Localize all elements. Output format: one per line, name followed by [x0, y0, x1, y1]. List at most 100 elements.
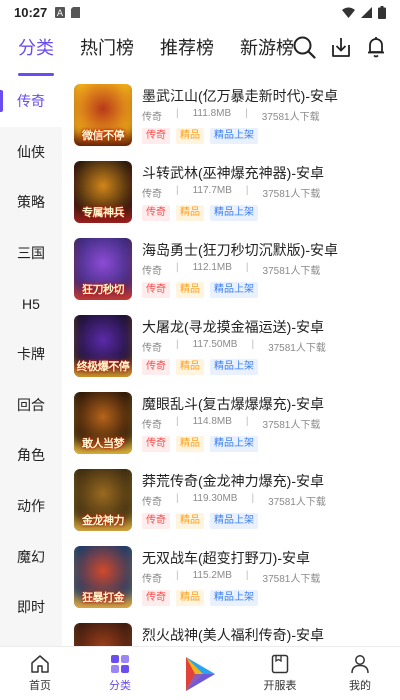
genre-tag: 传奇 [142, 128, 170, 144]
category-h5[interactable]: H5 [0, 278, 62, 329]
category-card[interactable]: 卡牌 [0, 329, 62, 380]
game-list: 微信不停 墨武江山(亿万暴走新时代)-安卓 传奇 | 111.8MB | 37581人下… [62, 76, 400, 646]
game-tags: 传奇 精品 精品上架 [142, 436, 258, 452]
bottom-nav-category[interactable]: 分类 [80, 647, 160, 700]
category-three-kingdoms[interactable]: 三国 [0, 228, 62, 279]
category-xianxia[interactable]: 仙侠 [0, 127, 62, 178]
status-bar: 10:27 A [0, 0, 400, 24]
game-size: 119.30MB [192, 493, 238, 504]
game-cover: 狂刀秒切 [74, 238, 132, 300]
svg-text:A: A [57, 9, 64, 18]
game-list-item[interactable]: 微信不停 墨武江山(亿万暴走新时代)-安卓 传奇 | 111.8MB | 37581人下… [62, 76, 400, 153]
bottom-nav-server-list[interactable]: 开服表 [240, 647, 320, 700]
category-icon [111, 655, 129, 673]
game-cover-caption: 敢人当梦 [82, 438, 125, 450]
game-list-item[interactable]: 敢人当梦 魔眼乱斗(复古爆爆爆充)-安卓 传奇 | 114.8MB | 37581人下载… [62, 384, 400, 461]
tab-category[interactable]: 分类 [18, 34, 54, 76]
category-sidebar: 传奇 仙侠 策略 三国 H5 卡牌 回合 角色 动作 魔幻 即时 [0, 76, 62, 646]
game-cover-caption: 金龙神力 [82, 515, 125, 527]
sd-card-icon [71, 6, 81, 18]
game-cover-caption: 微信不停 [82, 130, 125, 142]
bottom-nav-label: 我的 [349, 680, 371, 692]
game-cover: 金龙神力 [74, 469, 132, 531]
tab-recommend-ranking[interactable]: 推荐榜 [160, 34, 214, 60]
new-release-tag: 精品上架 [210, 205, 258, 221]
signal-icon [361, 6, 372, 18]
game-genre: 传奇 [142, 497, 162, 508]
game-downloads: 37581人下载 [268, 497, 326, 508]
genre-tag: 传奇 [142, 359, 170, 375]
bottom-nav-home[interactable]: 首页 [0, 647, 80, 700]
new-release-tag: 精品上架 [210, 590, 258, 606]
game-cover: 专属神兵 [74, 161, 132, 223]
tab-hot-ranking[interactable]: 热门榜 [80, 34, 134, 60]
category-role-playing[interactable]: 角色 [0, 430, 62, 481]
game-title: 斗转武林(巫神爆充神器)-安卓 [142, 165, 324, 181]
bottom-nav-label: 首页 [29, 680, 51, 692]
status-time: 10:27 [14, 4, 48, 20]
game-list-item[interactable]: 金龙神力 莽荒传奇(金龙神力爆充)-安卓 传奇 | 119.30MB | 37581人下… [62, 461, 400, 538]
game-tags: 传奇 精品 精品上架 [142, 359, 258, 375]
game-downloads: 37581人下载 [262, 266, 321, 277]
battery-icon [378, 5, 386, 19]
category-chuanqi[interactable]: 传奇 [0, 76, 62, 127]
game-cover-caption: 专属神兵 [82, 207, 125, 219]
game-size: 112.1MB [192, 262, 232, 273]
game-tags: 传奇 精品 精品上架 [142, 205, 258, 221]
bell-icon[interactable] [366, 36, 386, 58]
game-list-item[interactable]: 狂暴打金 无双战车(超变打野刀)-安卓 传奇 | 115.2MB | 37581人下载 … [62, 538, 400, 615]
game-genre: 传奇 [142, 189, 162, 200]
category-action[interactable]: 动作 [0, 481, 62, 532]
bottom-nav-label: 分类 [109, 680, 131, 692]
bottom-nav-profile[interactable]: 我的 [320, 647, 400, 700]
meta-divider: | [245, 570, 249, 581]
game-genre: 传奇 [142, 112, 162, 123]
game-size: 117.50MB [192, 339, 238, 350]
bottom-nav-app-logo[interactable] [160, 647, 240, 700]
game-title: 烈火战神(美人福利传奇)-安卓 [142, 627, 324, 643]
game-list-item[interactable]: 终极爆不停 大屠龙(寻龙摸金福运送)-安卓 传奇 | 117.50MB | 37581人… [62, 307, 400, 384]
game-genre: 传奇 [142, 266, 162, 277]
game-genre: 传奇 [142, 574, 162, 585]
game-list-item[interactable]: 烈火战神(美人福利传奇)-安卓 [62, 615, 400, 646]
game-list-item[interactable]: 专属神兵 斗转武林(巫神爆充神器)-安卓 传奇 | 117.7MB | 37581人下载… [62, 153, 400, 230]
genre-tag: 传奇 [142, 436, 170, 452]
game-tags: 传奇 精品 精品上架 [142, 128, 258, 144]
game-cover: 敢人当梦 [74, 392, 132, 454]
game-size: 117.7MB [192, 185, 232, 196]
game-genre: 传奇 [142, 343, 162, 354]
game-title: 大屠龙(寻龙摸金福运送)-安卓 [142, 319, 324, 335]
category-fantasy[interactable]: 魔幻 [0, 531, 62, 582]
meta-divider: | [176, 108, 179, 119]
app-logo-icon [186, 656, 215, 691]
new-release-tag: 精品上架 [210, 359, 258, 375]
game-size: 111.8MB [192, 108, 232, 119]
meta-divider: | [176, 185, 179, 196]
game-meta: 传奇 | 115.2MB | 37581人下载 [142, 570, 320, 585]
game-title: 无双战车(超变打野刀)-安卓 [142, 550, 310, 566]
game-cover: 狂暴打金 [74, 546, 132, 608]
game-list-item[interactable]: 狂刀秒切 海岛勇士(狂刀秒切沉默版)-安卓 传奇 | 112.1MB | 37581人下… [62, 230, 400, 307]
game-title: 莽荒传奇(金龙神力爆充)-安卓 [142, 473, 324, 489]
genre-tag: 传奇 [142, 282, 170, 298]
tab-new-games-ranking[interactable]: 新游榜 [240, 34, 294, 60]
game-downloads: 37581人下载 [262, 420, 321, 431]
game-cover: 终极爆不停 [74, 315, 132, 377]
wifi-icon [342, 7, 355, 18]
quality-tag: 精品 [176, 590, 204, 606]
category-turn-based[interactable]: 回合 [0, 380, 62, 431]
category-real-time[interactable]: 即时 [0, 582, 62, 633]
game-downloads: 37581人下载 [268, 343, 326, 354]
meta-divider: | [245, 416, 249, 427]
category-strategy[interactable]: 策略 [0, 177, 62, 228]
home-icon [31, 655, 49, 673]
notification-a-icon: A [55, 6, 66, 18]
game-cover-caption: 狂暴打金 [82, 592, 125, 604]
meta-divider: | [176, 570, 179, 581]
meta-divider: | [176, 339, 179, 350]
game-title: 墨武江山(亿万暴走新时代)-安卓 [142, 88, 338, 104]
search-icon[interactable] [292, 35, 316, 59]
download-icon[interactable] [330, 36, 352, 58]
meta-divider: | [176, 416, 179, 427]
status-notification-icons: A [55, 6, 81, 18]
